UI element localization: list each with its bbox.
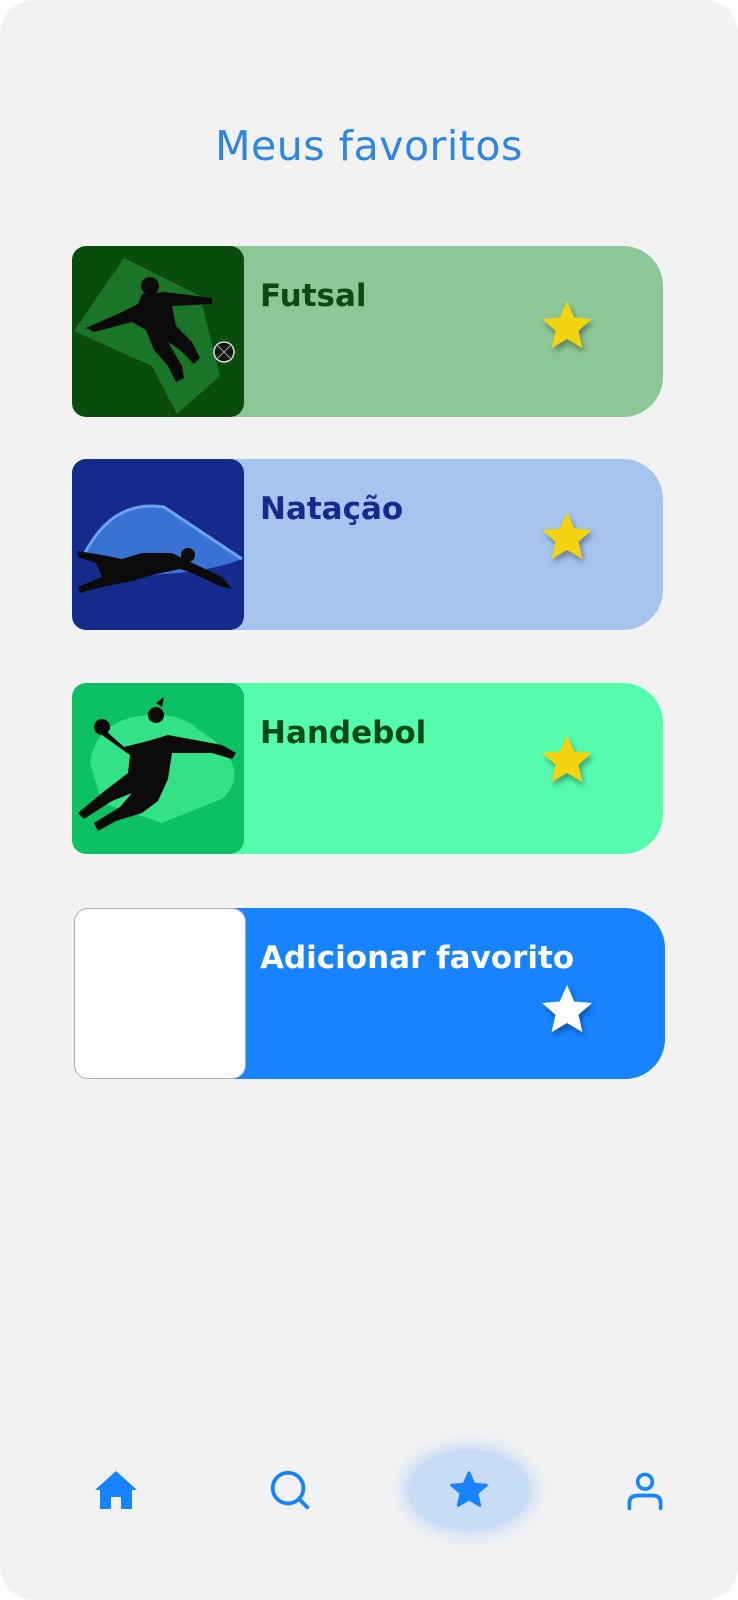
- handball-player-icon: [78, 697, 236, 831]
- add-favorite-label: Adicionar favorito: [260, 940, 575, 976]
- nav-favorites-button[interactable]: [419, 1440, 519, 1540]
- favorite-card-handebol[interactable]: Handebol: [72, 683, 663, 854]
- nav-home-button[interactable]: [66, 1440, 166, 1540]
- favorites-screen: Meus favoritos Futsal Natação Handebol A…: [0, 0, 738, 1600]
- star-icon[interactable]: [537, 296, 597, 356]
- swimmer-icon: [78, 504, 243, 593]
- home-icon: [95, 1471, 137, 1509]
- search-icon: [270, 1470, 310, 1510]
- favorite-label: Natação: [260, 491, 404, 527]
- bottom-nav: [0, 1440, 738, 1540]
- star-icon[interactable]: [537, 507, 597, 567]
- star-icon[interactable]: [537, 730, 597, 790]
- handebol-thumbnail: [72, 683, 244, 854]
- user-icon: [627, 1472, 663, 1511]
- add-favorite-thumbnail: [74, 908, 246, 1079]
- nav-profile-button[interactable]: [595, 1440, 695, 1540]
- favorite-card-futsal[interactable]: Futsal: [72, 246, 663, 417]
- page-title: Meus favoritos: [215, 122, 523, 170]
- nav-search-button[interactable]: [240, 1440, 340, 1540]
- futsal-thumbnail: [72, 246, 244, 417]
- star-icon: [450, 1471, 488, 1507]
- favorite-label: Futsal: [260, 278, 367, 314]
- star-icon: [537, 980, 597, 1040]
- natacao-thumbnail: [72, 459, 244, 630]
- favorite-label: Handebol: [260, 715, 427, 751]
- add-favorite-button[interactable]: Adicionar favorito: [74, 908, 665, 1079]
- favorite-card-natacao[interactable]: Natação: [72, 459, 663, 630]
- futsal-player-icon: [74, 258, 235, 414]
